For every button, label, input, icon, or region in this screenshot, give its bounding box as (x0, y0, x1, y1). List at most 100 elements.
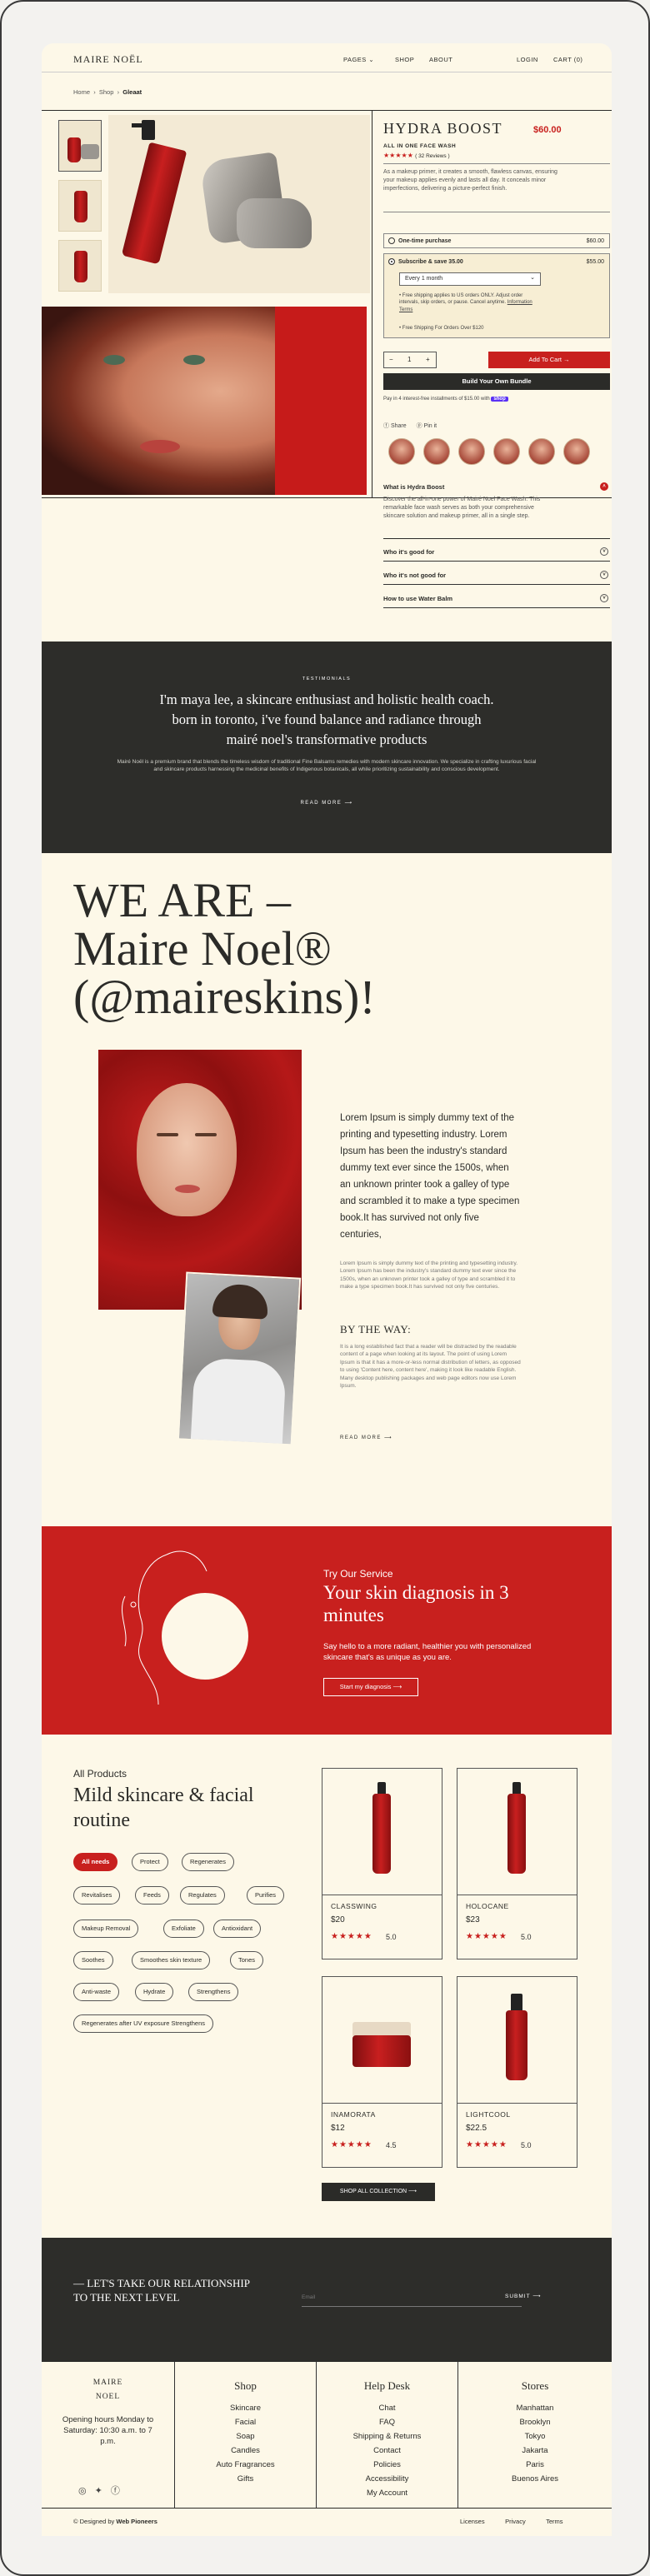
frequency-select[interactable]: Every 1 month ⌄ (399, 272, 541, 286)
footer-shop-link[interactable]: Gifts (175, 2472, 316, 2486)
footer-store-link[interactable]: Manhattan (458, 2401, 612, 2415)
accordion-what-is[interactable]: What is Hydra Boost ˄ Discover the all-in… (383, 482, 610, 526)
product-card[interactable]: LIGHTCOOL $22.5 ★★★★★ 5.0 (457, 1976, 578, 2168)
filter-chip[interactable]: Revitalises (73, 1886, 121, 1905)
footer-help-link[interactable]: Shipping & Returns (317, 2429, 458, 2444)
logo[interactable]: MAIRE NOËL (73, 53, 143, 66)
submit-button[interactable]: SUBMIT ⟶ (505, 2293, 542, 2299)
diagnosis-kicker: Try Our Service (323, 1568, 393, 1580)
filter-chip[interactable]: Regenerates (182, 1853, 234, 1871)
model-swatch[interactable] (493, 438, 520, 465)
breadcrumb-home[interactable]: Home (73, 88, 90, 96)
footer-store-link[interactable]: Paris (458, 2458, 612, 2472)
footer-help-link[interactable]: My Account (317, 2486, 458, 2500)
filter-chip[interactable]: Strengthens (188, 1983, 239, 2001)
model-swatch[interactable] (423, 438, 450, 465)
footer-logo[interactable]: MAIRE NOEL (42, 2376, 174, 2404)
footer-shop-link[interactable]: Skincare (175, 2401, 316, 2415)
filter-chip[interactable]: Tones (230, 1951, 264, 1969)
privacy-link[interactable]: Privacy (505, 2518, 526, 2525)
filter-chip[interactable]: Antioxidant (213, 1920, 262, 1938)
footer-logo-line2: NOEL (95, 2393, 121, 2401)
filter-chip[interactable]: Exfoliate (163, 1920, 204, 1938)
thumbnail-3[interactable] (58, 240, 102, 292)
filter-chip[interactable]: Regulates (180, 1886, 225, 1905)
start-diagnosis-button[interactable]: Start my diagnosis ⟶ (323, 1678, 418, 1696)
licenses-link[interactable]: Licenses (460, 2518, 485, 2525)
filter-chip[interactable]: Soothes (73, 1951, 113, 1969)
rating[interactable]: ★★★★★ ( 32 Reviews ) (383, 152, 450, 159)
filter-chip[interactable]: Regenerates after UV exposure Strengthen… (73, 2014, 214, 2033)
subscribe-option[interactable]: Subscribe & save 35.00 $55.00 Every 1 mo… (383, 253, 610, 338)
product-card[interactable]: HOLOCANE $23 ★★★★★ 5.0 (457, 1768, 578, 1959)
footer-bottom-divider (42, 2508, 612, 2509)
footer-shop-link[interactable]: Facial (175, 2415, 316, 2429)
footer-help-link[interactable]: FAQ (317, 2415, 458, 2429)
about-read-more[interactable]: READ MORE ⟶ (340, 1435, 392, 1440)
filter-chip[interactable]: Anti-waste (73, 1983, 120, 2001)
nav-shop[interactable]: SHOP (395, 56, 414, 63)
footer-shop-link[interactable]: Auto Fragrances (175, 2458, 316, 2472)
build-bundle-button[interactable]: Build Your Own Bundle (383, 373, 610, 390)
model-swatch[interactable] (388, 438, 415, 465)
footer-shop-link[interactable]: Soap (175, 2429, 316, 2444)
filter-chip[interactable]: Makeup Removal (73, 1920, 139, 1938)
model-swatch[interactable] (458, 438, 485, 465)
share-button[interactable]: ⓕ Share (383, 423, 407, 429)
breadcrumb-shop[interactable]: Shop (99, 88, 114, 96)
footer-store-link[interactable]: Tokyo (458, 2429, 612, 2444)
nav-about[interactable]: ABOUT (429, 56, 452, 63)
filter-chip[interactable]: Purifies (247, 1886, 285, 1905)
nav-cart[interactable]: CART (0) (553, 56, 582, 63)
model-swatch[interactable] (528, 438, 555, 465)
arrow-right-icon: ⟶ (532, 2294, 542, 2299)
filter-chip[interactable]: Smoothes skin texture (132, 1951, 211, 1969)
filter-chip[interactable]: Hydrate (135, 1983, 174, 2001)
shop-pay-badge[interactable]: shop (491, 397, 508, 402)
footer-stores-title: Stores (521, 2379, 549, 2392)
accordion-not-good-for[interactable]: Who it's not good for ˅ (383, 571, 610, 585)
instagram-icon[interactable]: ◎ (78, 2486, 95, 2496)
pin-button[interactable]: ⓟ Pin it (417, 423, 438, 429)
product-card-name: LIGHTCOOL (466, 2110, 511, 2119)
terms-link[interactable]: Terms (546, 2518, 562, 2525)
one-time-option[interactable]: One-time purchase $60.00 (383, 233, 610, 248)
footer-help-link[interactable]: Chat (317, 2401, 458, 2415)
footer-shop-link[interactable]: Candles (175, 2444, 316, 2458)
credit-link[interactable]: Web Pioneers (116, 2518, 157, 2525)
model-swatch[interactable] (563, 438, 590, 465)
footer-help-link[interactable]: Policies (317, 2458, 458, 2472)
filter-chip[interactable]: Feeds (135, 1886, 169, 1905)
arrow-right-icon: ⟶ (408, 2189, 418, 2194)
footer-help-link[interactable]: Contact (317, 2444, 458, 2458)
email-input[interactable] (302, 2291, 468, 2303)
product-card-rating: 5.0 (386, 1933, 397, 1941)
qty-minus-button[interactable]: − (389, 356, 393, 363)
footer-store-link[interactable]: Buenos Aires (458, 2472, 612, 2486)
thumbnail-2[interactable] (58, 180, 102, 232)
thumbnail-1[interactable] (58, 120, 102, 172)
product-card[interactable]: CLASSWING $20 ★★★★★ 5.0 (322, 1768, 442, 1959)
product-card[interactable]: INAMORATA $12 ★★★★★ 4.5 (322, 1976, 442, 2168)
nav-pages-label: PAGES (343, 56, 367, 63)
filter-chip[interactable]: Protect (132, 1853, 168, 1871)
testimonial-read-more[interactable]: READ MORE ⟶ (42, 800, 612, 806)
shop-all-button[interactable]: SHOP ALL COLLECTION ⟶ (322, 2183, 435, 2201)
star-rating-icon: ★★★★★ (331, 1932, 372, 1941)
qty-value[interactable]: 1 (408, 356, 411, 363)
footer-store-link[interactable]: Brooklyn (458, 2415, 612, 2429)
product-name: HYDRA BOOST (383, 120, 503, 137)
filter-chip[interactable]: All needs (73, 1853, 118, 1871)
add-to-cart-button[interactable]: Add To Cart → (488, 352, 610, 368)
facebook-icon[interactable]: ⓕ (111, 2486, 128, 2496)
nav-pages[interactable]: PAGES ⌄ (343, 56, 374, 63)
accordion-how-to-use[interactable]: How to use Water Balm ˅ (383, 594, 610, 608)
nav-login[interactable]: LOGIN (517, 56, 538, 63)
chevron-down-icon: ˅ (600, 547, 608, 556)
accordion-good-for[interactable]: Who it's good for ˅ (383, 547, 610, 562)
footer-help-link[interactable]: Accessibility (317, 2472, 458, 2486)
chevron-down-icon: ˅ (600, 571, 608, 579)
qty-plus-button[interactable]: + (426, 356, 430, 363)
twitter-icon[interactable]: ✦ (95, 2486, 111, 2496)
footer-store-link[interactable]: Jakarta (458, 2444, 612, 2458)
